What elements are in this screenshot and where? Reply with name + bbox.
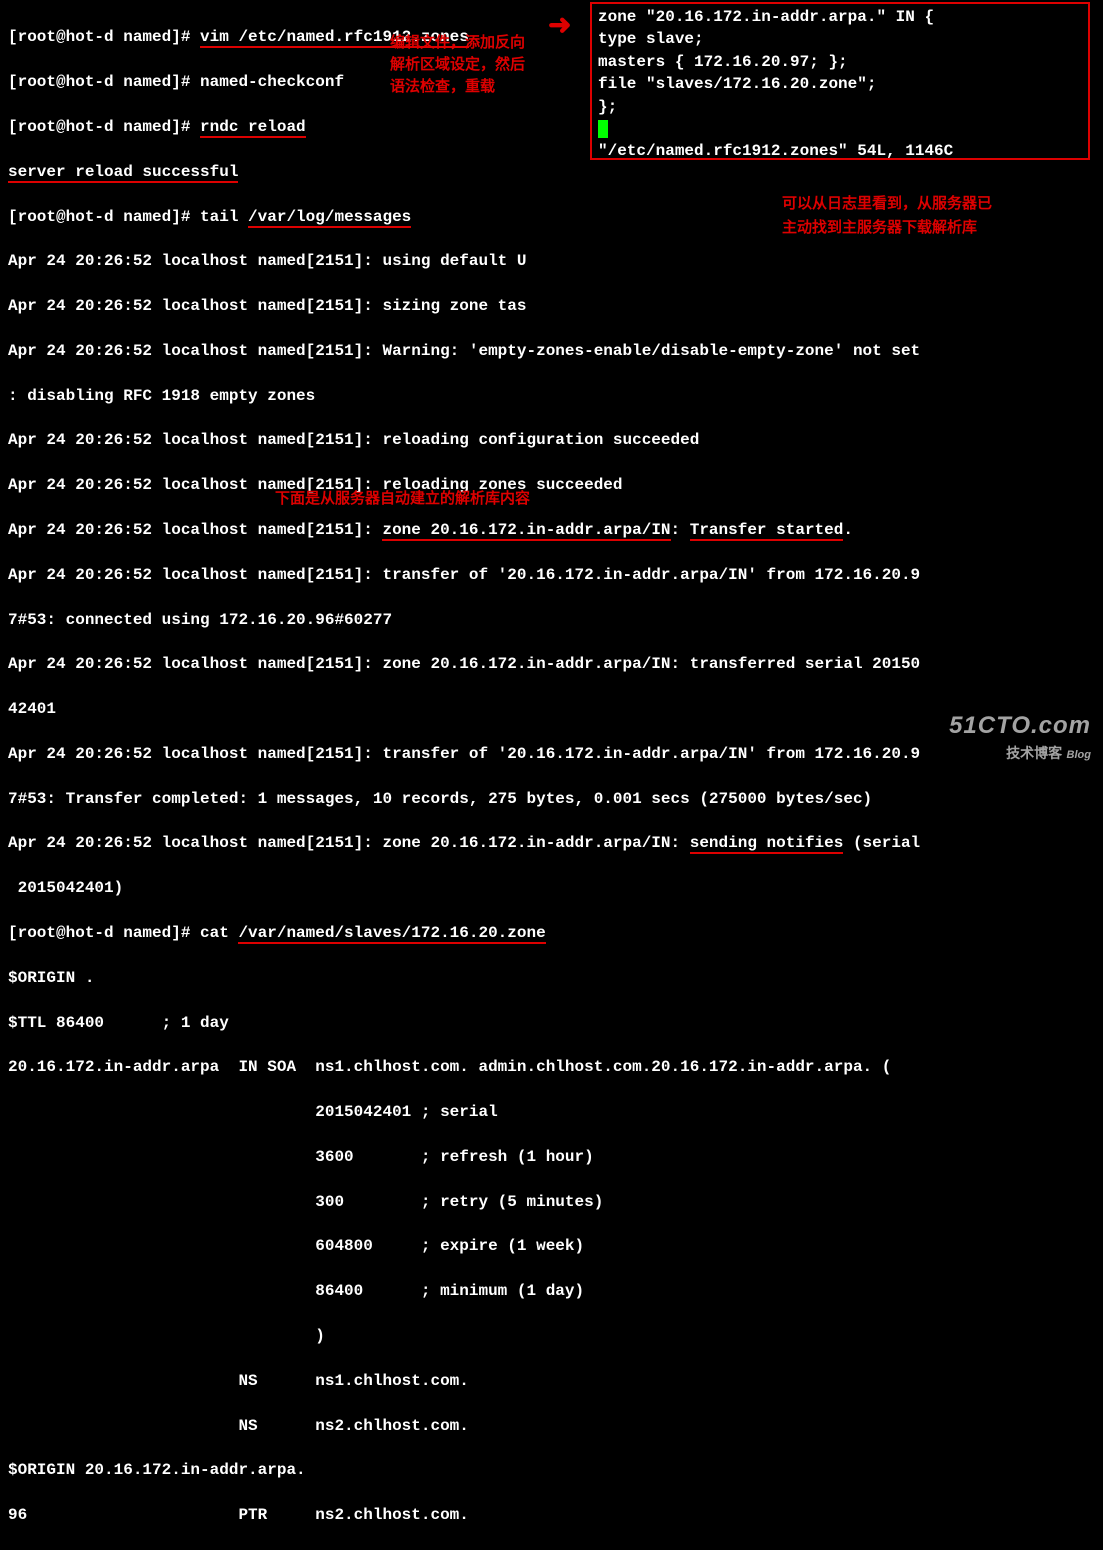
- zone-line: ): [8, 1325, 1095, 1347]
- zone-config-line: };: [598, 96, 1082, 118]
- zone-line: 2015042401 ; serial: [8, 1101, 1095, 1123]
- arrow-icon: ➜: [548, 8, 571, 47]
- watermark-logo: 51CTO.com: [949, 709, 1091, 743]
- line-cat: [root@hot-d named]# cat /var/named/slave…: [8, 922, 1095, 944]
- zone-line: $ORIGIN .: [8, 967, 1095, 989]
- log-line: 7#53: connected using 172.16.20.96#60277: [8, 609, 1095, 631]
- log-line: Apr 24 20:26:52 localhost named[2151]: z…: [8, 832, 1095, 854]
- log-line: 7#53: Transfer completed: 1 messages, 10…: [8, 788, 1095, 810]
- vim-cursor: [598, 118, 1082, 140]
- zone-line: 20.16.172.in-addr.arpa IN SOA ns1.chlhos…: [8, 1056, 1095, 1078]
- zone-line: 86400 ; minimum (1 day): [8, 1280, 1095, 1302]
- line-reload: server reload successful: [8, 161, 1095, 183]
- zone-line: 300 ; retry (5 minutes): [8, 1191, 1095, 1213]
- zone-config-line: type slave;: [598, 28, 1082, 50]
- log-line: Apr 24 20:26:52 localhost named[2151]: z…: [8, 653, 1095, 675]
- zone-line: $ORIGIN 20.16.172.in-addr.arpa.: [8, 1459, 1095, 1481]
- zone-config-line: masters { 172.16.20.97; };: [598, 51, 1082, 73]
- zone-line: 96 PTR ns2.chlhost.com.: [8, 1504, 1095, 1526]
- zone-line: 3600 ; refresh (1 hour): [8, 1146, 1095, 1168]
- log-line: Apr 24 20:26:52 localhost named[2151]: t…: [8, 564, 1095, 586]
- vim-status: "/etc/named.rfc1912.zones" 54L, 1146C: [598, 140, 1082, 162]
- log-line: 2015042401): [8, 877, 1095, 899]
- annotation-log: 可以从日志里看到，从服务器已 主动找到主服务器下载解析库: [782, 193, 992, 241]
- log-line: : disabling RFC 1918 empty zones: [8, 385, 1095, 407]
- watermark: 51CTO.com 技术博客 Blog: [949, 709, 1091, 765]
- annotation-edit-file: 编辑文件，添加反向 解析区域设定，然后 语法检查，重载: [390, 33, 525, 98]
- log-line: Apr 24 20:26:52 localhost named[2151]: z…: [8, 519, 1095, 541]
- log-line: Apr 24 20:26:52 localhost named[2151]: W…: [8, 340, 1095, 362]
- zone-line: PTR www.chlhost.com.: [8, 1549, 1095, 1550]
- zone-line: NS ns2.chlhost.com.: [8, 1415, 1095, 1437]
- zone-config-line: file "slaves/172.16.20.zone";: [598, 73, 1082, 95]
- zone-line: NS ns1.chlhost.com.: [8, 1370, 1095, 1392]
- vim-zone-overlay: zone "20.16.172.in-addr.arpa." IN { type…: [590, 2, 1090, 160]
- log-line: 42401: [8, 698, 1095, 720]
- log-line: Apr 24 20:26:52 localhost named[2151]: s…: [8, 295, 1095, 317]
- zone-line: 604800 ; expire (1 week): [8, 1235, 1095, 1257]
- zone-config-line: zone "20.16.172.in-addr.arpa." IN {: [598, 6, 1082, 28]
- annotation-zonefile: 下面是从服务器自动建立的解析库内容: [275, 489, 530, 510]
- log-line: Apr 24 20:26:52 localhost named[2151]: r…: [8, 429, 1095, 451]
- log-line: Apr 24 20:26:52 localhost named[2151]: t…: [8, 743, 1095, 765]
- log-line: Apr 24 20:26:52 localhost named[2151]: r…: [8, 474, 1095, 496]
- log-line: Apr 24 20:26:52 localhost named[2151]: u…: [8, 250, 1095, 272]
- zone-line: $TTL 86400 ; 1 day: [8, 1012, 1095, 1034]
